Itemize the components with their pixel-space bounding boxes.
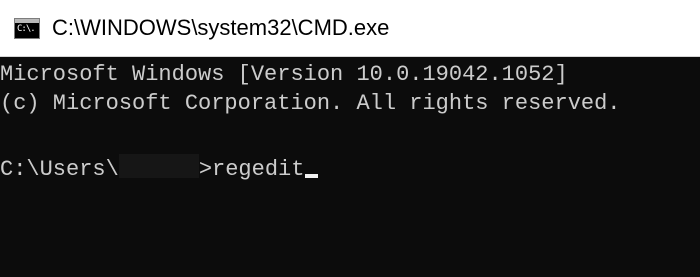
app-icon-glyph: C:\. (17, 24, 36, 34)
console-output[interactable]: Microsoft Windows [Version 10.0.19042.10… (0, 57, 700, 277)
copyright-line: (c) Microsoft Corporation. All rights re… (0, 91, 621, 116)
version-line: Microsoft Windows [Version 10.0.19042.10… (0, 62, 568, 87)
title-bar[interactable]: C:\. C:\WINDOWS\system32\CMD.exe (0, 0, 700, 57)
prompt-prefix: C:\Users\ (0, 157, 119, 182)
redacted-username (118, 154, 199, 178)
window-title: C:\WINDOWS\system32\CMD.exe (52, 15, 390, 40)
prompt-suffix: > (198, 157, 213, 182)
prompt-line[interactable]: C:\Users\ >regedit (0, 154, 319, 185)
typed-command: regedit (212, 157, 305, 182)
cmd-app-icon[interactable]: C:\. (14, 18, 40, 39)
text-cursor (305, 174, 319, 178)
cmd-window: C:\. C:\WINDOWS\system32\CMD.exe Microso… (0, 0, 700, 277)
